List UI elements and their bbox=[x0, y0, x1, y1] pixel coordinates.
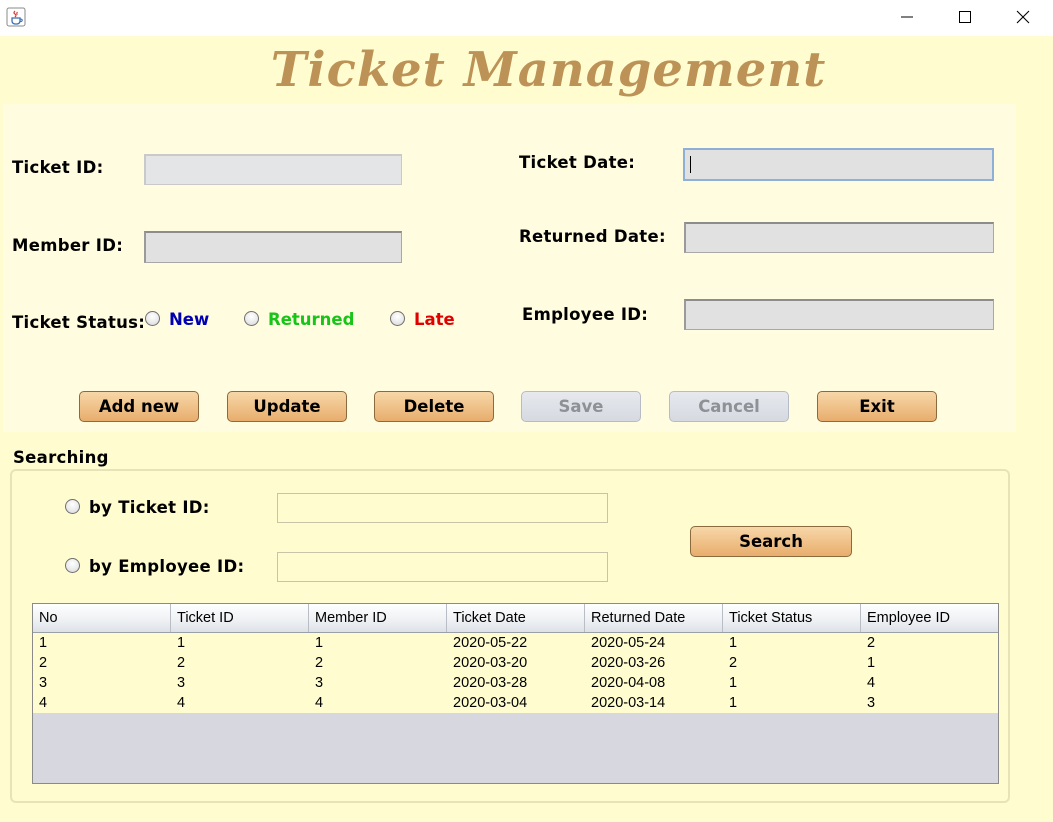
table-cell: 2020-03-04 bbox=[453, 695, 528, 711]
ticket-date-label: Ticket Date: bbox=[519, 153, 636, 172]
maximize-button[interactable] bbox=[936, 0, 994, 34]
table-cell: 2 bbox=[315, 655, 324, 671]
add-new-button[interactable]: Add new bbox=[79, 391, 199, 422]
table-cell: 1 bbox=[729, 675, 738, 691]
table-cell: 3 bbox=[39, 675, 48, 691]
search-ticket-id-input[interactable] bbox=[277, 493, 608, 523]
search-by-ticket-id-radio[interactable] bbox=[65, 499, 80, 514]
column-header[interactable]: Employee ID bbox=[861, 604, 998, 632]
java-app-icon bbox=[6, 7, 26, 27]
search-by-employee-id-radio[interactable] bbox=[65, 558, 80, 573]
status-new-radio[interactable] bbox=[145, 311, 160, 326]
ticket-date-field[interactable] bbox=[683, 148, 994, 181]
employee-id-field[interactable] bbox=[684, 299, 994, 330]
table-cell: 1 bbox=[729, 635, 738, 651]
table-cell: 2020-03-26 bbox=[591, 655, 666, 671]
exit-button[interactable]: Exit bbox=[817, 391, 937, 422]
member-id-label: Member ID: bbox=[12, 236, 124, 255]
minimize-icon bbox=[901, 16, 913, 18]
table-row[interactable]: 2 2 2 2020-03-20 2020-03-26 2 1 bbox=[33, 653, 998, 673]
column-header[interactable]: No bbox=[33, 604, 171, 632]
table-cell: 4 bbox=[867, 675, 876, 691]
table-row[interactable]: 1 1 1 2020-05-22 2020-05-24 1 2 bbox=[33, 633, 998, 653]
column-header[interactable]: Member ID bbox=[309, 604, 447, 632]
table-cell: 2020-05-22 bbox=[453, 635, 528, 651]
save-button[interactable]: Save bbox=[521, 391, 641, 422]
table-cell: 2 bbox=[867, 635, 876, 651]
table-cell: 1 bbox=[315, 635, 324, 651]
column-header[interactable]: Returned Date bbox=[585, 604, 723, 632]
returned-date-field[interactable] bbox=[684, 222, 994, 253]
table-cell: 1 bbox=[867, 655, 876, 671]
minimize-button[interactable] bbox=[878, 0, 936, 34]
update-button[interactable]: Update bbox=[227, 391, 347, 422]
ticket-status-label: Ticket Status: bbox=[12, 313, 146, 332]
table-cell: 3 bbox=[315, 675, 324, 691]
column-header[interactable]: Ticket ID bbox=[171, 604, 309, 632]
table-body: 1 1 1 2020-05-22 2020-05-24 1 2 2 2 2 2020-03-20 20… bbox=[33, 633, 998, 713]
table-cell: 2020-03-28 bbox=[453, 675, 528, 691]
status-returned-radio[interactable] bbox=[244, 311, 259, 326]
table-cell: 4 bbox=[39, 695, 48, 711]
search-by-ticket-id-label: by Ticket ID: bbox=[89, 498, 210, 517]
cancel-button[interactable]: Cancel bbox=[669, 391, 789, 422]
table-cell: 2 bbox=[177, 655, 186, 671]
ticket-id-label: Ticket ID: bbox=[12, 158, 104, 177]
page-title: Ticket Management bbox=[270, 42, 827, 98]
table-header: No Ticket ID Member ID Ticket Date Returned … bbox=[33, 604, 998, 633]
employee-id-label: Employee ID: bbox=[522, 305, 649, 324]
text-cursor bbox=[690, 156, 691, 173]
table-cell: 1 bbox=[177, 635, 186, 651]
search-button[interactable]: Search bbox=[690, 526, 852, 557]
searching-group-title: Searching bbox=[13, 448, 109, 467]
title-bar bbox=[0, 0, 1053, 36]
status-returned-label: Returned bbox=[268, 310, 355, 329]
table-cell: 2020-04-08 bbox=[591, 675, 666, 691]
table-cell: 2020-03-20 bbox=[453, 655, 528, 671]
table-cell: 4 bbox=[315, 695, 324, 711]
close-icon bbox=[1016, 10, 1030, 24]
delete-button[interactable]: Delete bbox=[374, 391, 494, 422]
column-header[interactable]: Ticket Status bbox=[723, 604, 861, 632]
status-new-label: New bbox=[169, 310, 210, 329]
table-cell: 2020-05-24 bbox=[591, 635, 666, 651]
table-cell: 2 bbox=[39, 655, 48, 671]
tickets-table[interactable]: No Ticket ID Member ID Ticket Date Returned … bbox=[32, 603, 999, 784]
table-cell: 2020-03-14 bbox=[591, 695, 666, 711]
table-cell: 1 bbox=[729, 695, 738, 711]
table-cell: 3 bbox=[177, 675, 186, 691]
search-employee-id-input[interactable] bbox=[277, 552, 608, 582]
table-cell: 4 bbox=[177, 695, 186, 711]
ticket-id-field[interactable] bbox=[144, 154, 402, 185]
table-row[interactable]: 3 3 3 2020-03-28 2020-04-08 1 4 bbox=[33, 673, 998, 693]
status-late-radio[interactable] bbox=[390, 311, 405, 326]
close-button[interactable] bbox=[994, 0, 1052, 34]
table-cell: 2 bbox=[729, 655, 738, 671]
table-cell: 3 bbox=[867, 695, 876, 711]
maximize-icon bbox=[959, 11, 971, 23]
member-id-field[interactable] bbox=[144, 231, 402, 263]
status-late-label: Late bbox=[414, 310, 455, 329]
search-by-employee-id-label: by Employee ID: bbox=[89, 557, 245, 576]
table-row[interactable]: 4 4 4 2020-03-04 2020-03-14 1 3 bbox=[33, 693, 998, 713]
table-cell: 1 bbox=[39, 635, 48, 651]
column-header[interactable]: Ticket Date bbox=[447, 604, 585, 632]
returned-date-label: Returned Date: bbox=[519, 227, 666, 246]
